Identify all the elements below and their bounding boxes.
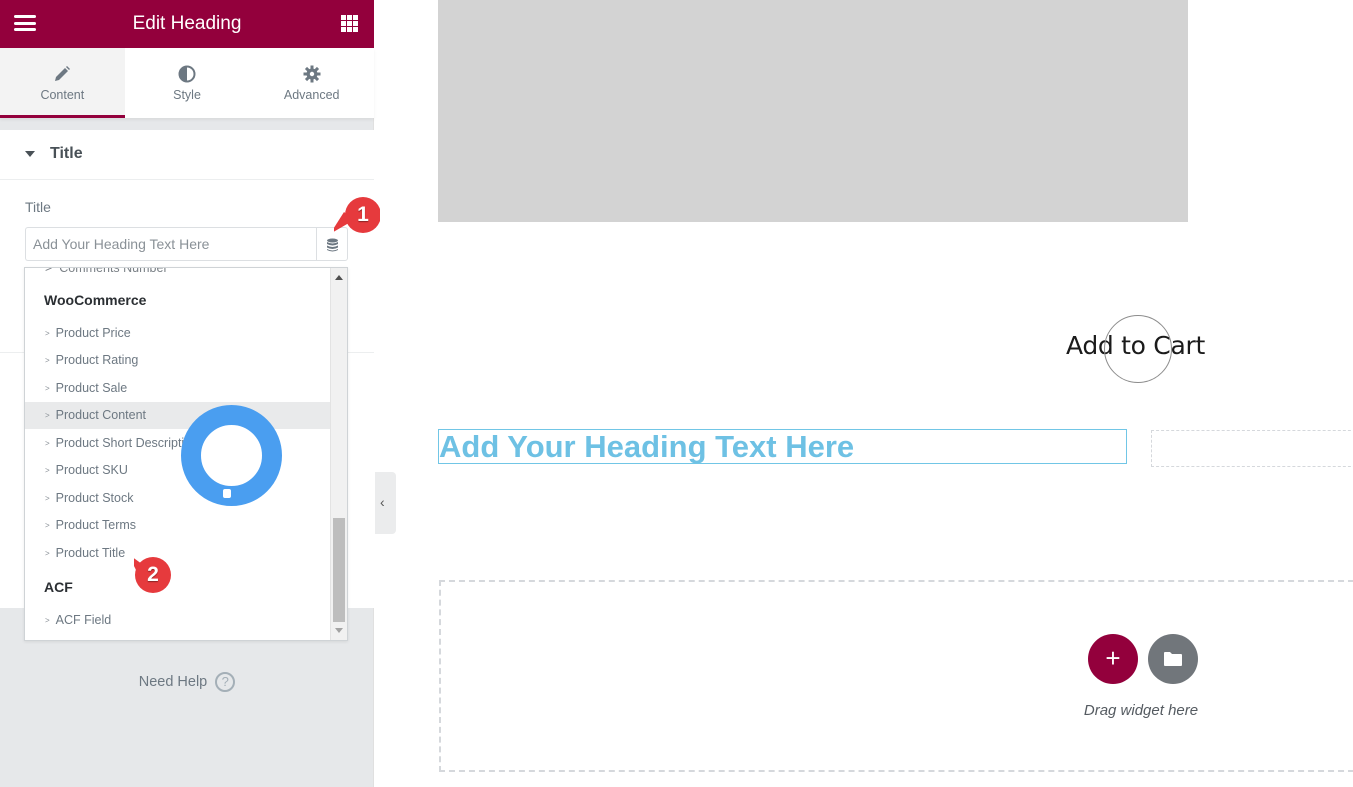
tab-content[interactable]: Content — [0, 48, 125, 118]
cursor-highlight-ring — [1104, 315, 1172, 383]
annotation-marker-2: 2 — [134, 556, 172, 594]
add-template-button[interactable] — [1148, 634, 1198, 684]
chevron-right-icon: > — [45, 329, 50, 338]
chevron-right-icon: > — [45, 494, 50, 503]
tab-label: Advanced — [283, 88, 340, 102]
chevron-right-icon: > — [45, 411, 50, 420]
dropdown-item-product-terms[interactable]: > Product Terms — [25, 512, 331, 539]
chevron-right-icon: > — [45, 549, 50, 558]
add-section-drop-zone[interactable]: + Drag widget here — [439, 580, 1353, 772]
dropdown-item-product-sale[interactable]: > Product Sale — [25, 375, 331, 402]
panel-collapse-button[interactable]: ‹ — [375, 472, 396, 534]
dropdown-item-acf-field[interactable]: > ACF Field — [25, 607, 331, 634]
chevron-right-icon: > — [45, 466, 50, 475]
annotation-number: 1 — [357, 203, 369, 226]
tab-style[interactable]: Style — [125, 48, 250, 118]
empty-column-slot[interactable] — [1151, 430, 1353, 467]
dropdown-item-product-short-description[interactable]: > Product Short Description — [25, 430, 331, 457]
elementor-editor: Edit Heading Content Style Advanced Titl… — [0, 0, 1353, 787]
tab-label: Style — [173, 88, 201, 102]
dropdown-scrollbar[interactable] — [330, 268, 347, 640]
pointer-cursor-icon — [223, 489, 231, 498]
drag-widget-label: Drag widget here — [1083, 702, 1199, 719]
dropdown-item-product-sku[interactable]: > Product SKU — [25, 457, 331, 484]
half-circle-icon — [178, 65, 196, 83]
grid-icon[interactable] — [341, 15, 358, 32]
annotation-number: 2 — [147, 563, 159, 586]
folder-icon — [1164, 652, 1182, 666]
dropdown-group-acf: ACF — [44, 579, 73, 595]
title-control-label: Title — [25, 199, 51, 215]
panel-title: Edit Heading — [132, 13, 242, 34]
scroll-down-arrow-icon[interactable] — [335, 628, 343, 633]
title-input[interactable] — [25, 227, 316, 261]
heading-widget[interactable]: Add Your Heading Text Here — [438, 429, 1127, 464]
section-title: Title — [50, 145, 83, 162]
question-circle-icon: ? — [215, 672, 236, 692]
caret-down-icon — [25, 151, 35, 157]
plus-icon: + — [1105, 643, 1121, 673]
gear-icon — [303, 65, 321, 83]
preview-canvas: Add to Cart Add Your Heading Text Here +… — [396, 0, 1353, 787]
add-section-button[interactable]: + — [1088, 634, 1138, 684]
need-help-link[interactable]: Need Help? — [0, 672, 374, 692]
chevron-right-icon: > — [45, 439, 50, 448]
section-toggle-title[interactable]: Title — [0, 130, 374, 180]
dropdown-item-product-price[interactable]: > Product Price — [25, 320, 331, 347]
pencil-icon — [55, 66, 71, 81]
heading-text: Add Your Heading Text Here — [439, 429, 855, 464]
chevron-right-icon: > — [45, 384, 50, 393]
chevron-left-icon: ‹ — [380, 494, 385, 510]
image-placeholder[interactable] — [438, 0, 1188, 222]
panel-header: Edit Heading — [0, 0, 374, 48]
tab-label: Content — [40, 88, 85, 102]
dropdown-item-product-stock[interactable]: > Product Stock — [25, 485, 331, 512]
chevron-right-icon: > — [45, 616, 50, 625]
scrollbar-thumb[interactable] — [333, 518, 345, 622]
need-help-label: Need Help — [138, 673, 208, 690]
scroll-up-arrow-icon[interactable] — [335, 275, 343, 280]
dropdown-item-partial[interactable]: > Comments Number — [45, 268, 168, 275]
panel-tabs: Content Style Advanced — [0, 48, 374, 118]
dropdown-item-product-content[interactable]: > Product Content — [25, 402, 331, 429]
dropdown-group-woocommerce: WooCommerce — [44, 292, 147, 308]
annotation-marker-1: 1 — [334, 196, 382, 234]
click-indicator — [181, 405, 282, 506]
chevron-right-icon: > — [45, 356, 50, 365]
chevron-right-icon: > — [45, 521, 50, 530]
tab-advanced[interactable]: Advanced — [249, 48, 374, 118]
dropdown-item-product-rating[interactable]: > Product Rating — [25, 347, 331, 374]
